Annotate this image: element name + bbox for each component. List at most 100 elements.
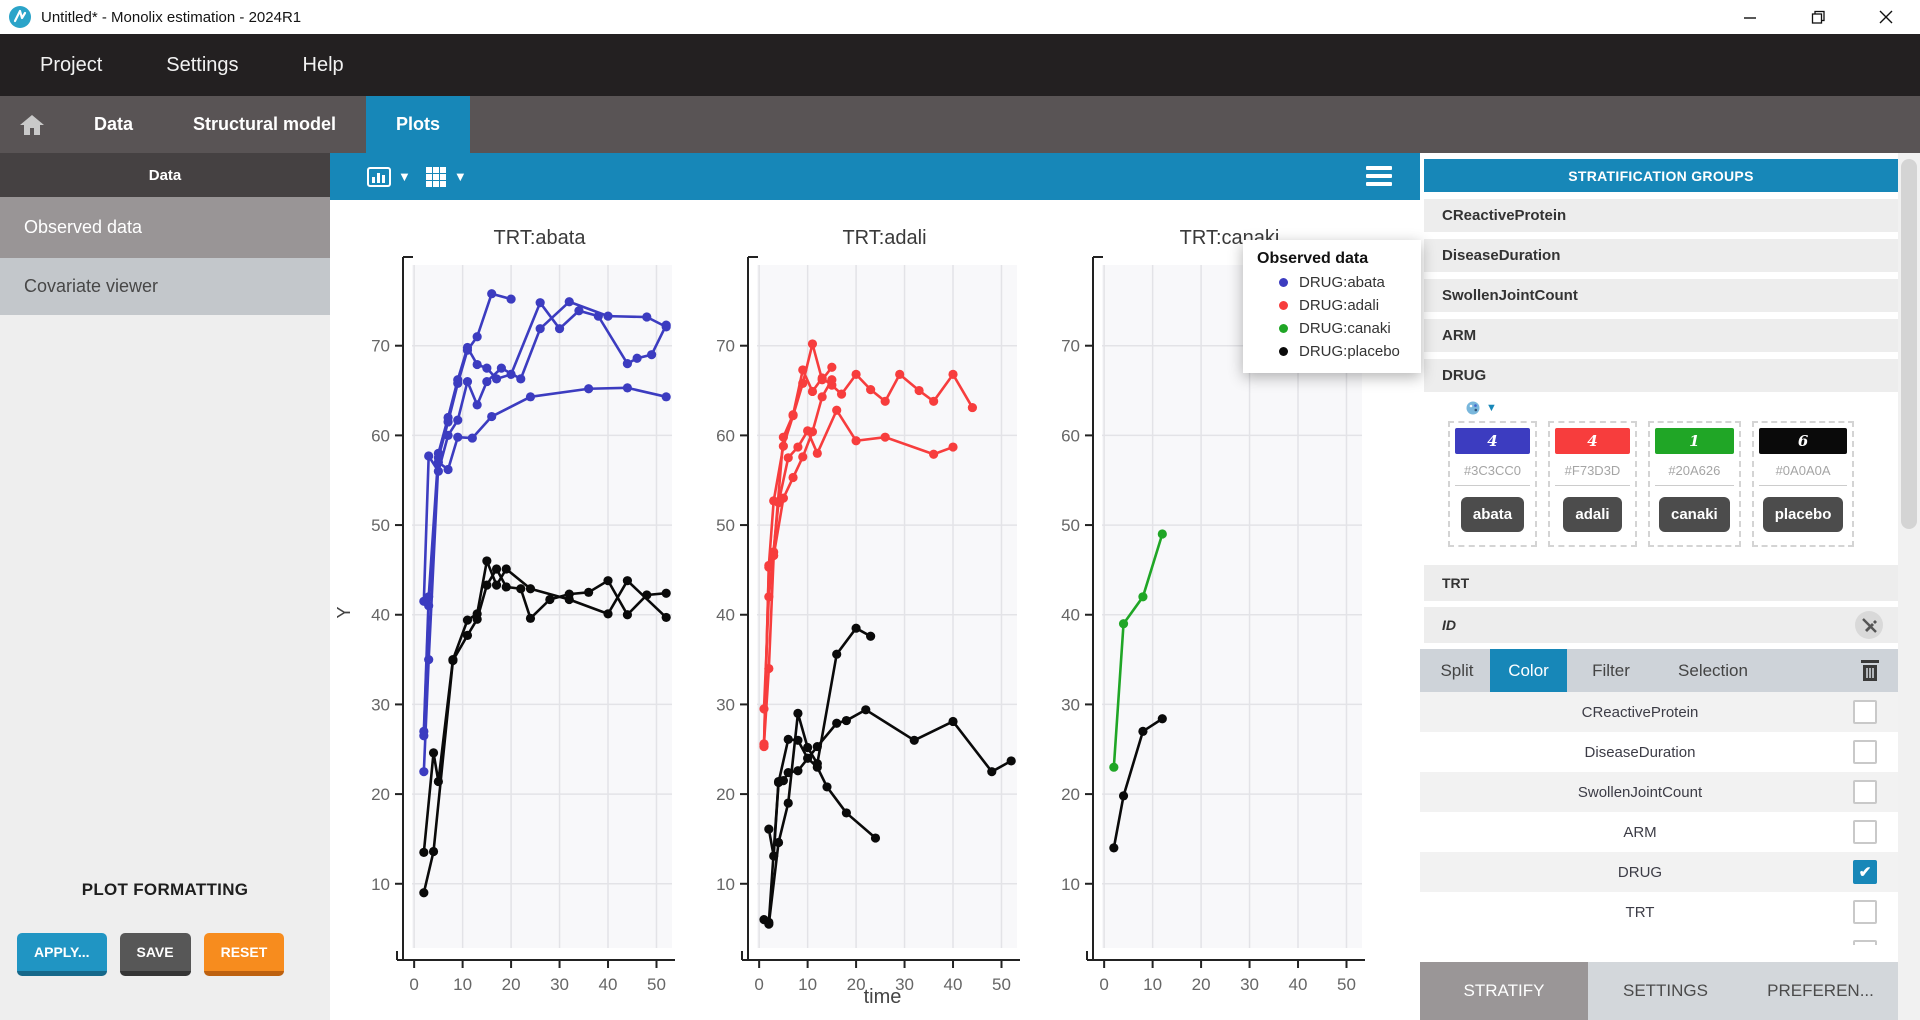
chart-type-selector[interactable]: ▼ xyxy=(367,167,411,187)
legend-dot xyxy=(1279,347,1288,356)
legend-item-drug-abata: DRUG:abata xyxy=(1257,274,1421,291)
legend-item-drug-adali: DRUG:adali xyxy=(1257,297,1421,314)
mode-tab-color[interactable]: Color xyxy=(1490,649,1567,692)
stratify-checkbox-list: CReactiveProteinDiseaseDurationSwollenJo… xyxy=(1420,692,1898,945)
checkbox-label: DiseaseDuration xyxy=(1420,732,1860,772)
mode-tab-split[interactable]: Split xyxy=(1424,649,1490,692)
preferen-button[interactable]: PREFEREN... xyxy=(1743,962,1898,1020)
legend-label: DRUG:adali xyxy=(1299,297,1379,314)
group-row-swollenjointcount[interactable]: SwollenJointCount xyxy=(1424,279,1898,312)
group-row-id[interactable]: ID xyxy=(1424,607,1898,643)
svg-text:0: 0 xyxy=(754,975,763,994)
checkbox-diseaseduration[interactable] xyxy=(1853,740,1877,764)
drug-category-card-abata: 4#3C3CC0abata xyxy=(1448,421,1537,547)
checkbox-row-arm[interactable]: ARM xyxy=(1420,812,1898,852)
svg-text:10: 10 xyxy=(716,875,735,894)
vertical-scrollbar[interactable] xyxy=(1898,153,1920,1020)
sidebar-item-covariate-viewer[interactable]: Covariate viewer xyxy=(0,258,330,315)
sidebar-item-observed-data[interactable]: Observed data xyxy=(0,197,330,258)
menu-help[interactable]: Help xyxy=(303,54,344,77)
category-hex-code: #20A626 xyxy=(1655,454,1734,486)
legend-label: DRUG:canaki xyxy=(1299,320,1391,337)
menu-settings[interactable]: Settings xyxy=(166,54,238,77)
stratification-groups: CReactiveProtein DiseaseDuration SwollenJo… xyxy=(1420,199,1898,392)
group-row-arm[interactable]: ARM xyxy=(1424,319,1898,352)
tab-data[interactable]: Data xyxy=(64,96,163,153)
checkbox-row-diseaseduration[interactable]: DiseaseDuration xyxy=(1420,732,1898,772)
stratify-button[interactable]: STRATIFY xyxy=(1420,962,1588,1020)
svg-text:30: 30 xyxy=(1061,695,1080,714)
checkbox-label: CReactiveProtein xyxy=(1420,692,1860,732)
palette-selector[interactable]: ▼ xyxy=(1466,401,1898,415)
checkbox-trt[interactable] xyxy=(1853,900,1877,924)
group-label: ID xyxy=(1442,617,1456,633)
group-row-trt[interactable]: TRT xyxy=(1424,565,1898,601)
group-label: TRT xyxy=(1442,575,1469,591)
drug-category-card-adali: 4#F73D3Dadali xyxy=(1548,421,1637,547)
svg-text:20: 20 xyxy=(502,975,521,994)
category-button-placebo[interactable]: placebo xyxy=(1763,497,1844,532)
group-row-diseaseduration[interactable]: DiseaseDuration xyxy=(1424,239,1898,272)
tab-plots[interactable]: Plots xyxy=(366,96,470,153)
category-button-canaki[interactable]: canaki xyxy=(1659,497,1730,532)
x-axis-label: time xyxy=(864,986,902,1008)
category-color-swatch[interactable]: 6 xyxy=(1759,428,1848,454)
layout-grid-selector[interactable]: ▼ xyxy=(425,166,467,188)
reset-button[interactable]: RESET xyxy=(204,933,285,976)
group-row-drug[interactable]: DRUG xyxy=(1424,359,1898,392)
svg-text:10: 10 xyxy=(1061,875,1080,894)
charts-area: 1020304050607001020304050TRT:abataY10203… xyxy=(330,210,1365,1010)
category-color-swatch[interactable]: 1 xyxy=(1655,428,1734,454)
checkbox-arm[interactable] xyxy=(1853,820,1877,844)
panel-footer: STRATIFYSETTINGSPREFEREN... xyxy=(1420,962,1898,1020)
main-tab-bar: DataStructural modelPlots xyxy=(0,96,1920,153)
checkbox-label: TRT xyxy=(1420,892,1860,932)
checkbox-drug[interactable]: ✔ xyxy=(1853,860,1877,884)
save-button[interactable]: SAVE xyxy=(120,933,191,976)
legend-label: DRUG:abata xyxy=(1299,274,1385,291)
mode-tab-selection[interactable]: Selection xyxy=(1655,649,1771,692)
plot-menu-icon[interactable] xyxy=(1366,166,1392,186)
checkbox-row-swollenjointcount[interactable]: SwollenJointCount xyxy=(1420,772,1898,812)
svg-text:60: 60 xyxy=(371,426,390,445)
category-color-swatch[interactable]: 4 xyxy=(1555,428,1630,454)
checkbox-row-trt[interactable]: TRT xyxy=(1420,892,1898,932)
checkbox-partial[interactable] xyxy=(1853,940,1877,945)
category-color-swatch[interactable]: 4 xyxy=(1455,428,1530,454)
checkbox-row-drug[interactable]: DRUG✔ xyxy=(1420,852,1898,892)
svg-text:40: 40 xyxy=(599,975,618,994)
category-button-adali[interactable]: adali xyxy=(1563,497,1621,532)
svg-text:50: 50 xyxy=(1337,975,1356,994)
tab-structural-model[interactable]: Structural model xyxy=(163,96,366,153)
category-button-abata[interactable]: abata xyxy=(1461,497,1524,532)
group-row-creactiveprotein[interactable]: CReactiveProtein xyxy=(1424,199,1898,232)
close-button[interactable] xyxy=(1852,0,1920,34)
minimize-button[interactable] xyxy=(1716,0,1784,34)
home-icon xyxy=(19,113,45,137)
svg-text:50: 50 xyxy=(716,516,735,535)
mode-tab-filter[interactable]: Filter xyxy=(1567,649,1655,692)
drug-category-card-placebo: 6#0A0A0Aplacebo xyxy=(1752,421,1855,547)
chevron-down-icon: ▼ xyxy=(454,169,467,184)
home-tab[interactable] xyxy=(0,96,64,153)
checkbox-swollenjointcount[interactable] xyxy=(1853,780,1877,804)
restore-button[interactable] xyxy=(1784,0,1852,34)
svg-text:30: 30 xyxy=(1240,975,1259,994)
window-title: Untitled* - Monolix estimation - 2024R1 xyxy=(41,9,301,26)
checkbox-row-creactiveprotein[interactable]: CReactiveProtein xyxy=(1420,692,1898,732)
svg-text:50: 50 xyxy=(647,975,666,994)
checkbox-creactiveprotein[interactable] xyxy=(1853,700,1877,724)
no-edit-icon[interactable] xyxy=(1854,610,1884,640)
trash-icon[interactable] xyxy=(1860,659,1880,682)
subplot-trt-adali: 1020304050607001020304050TRT:adalitime xyxy=(675,210,1020,1010)
scrollbar-thumb[interactable] xyxy=(1901,159,1917,529)
palette-icon xyxy=(1466,401,1482,415)
nav-tabs: DataStructural modelPlots xyxy=(64,96,470,153)
menu-project[interactable]: Project xyxy=(40,54,102,77)
apply-button[interactable]: APPLY... xyxy=(17,933,107,976)
settings-button[interactable]: SETTINGS xyxy=(1588,962,1743,1020)
chart-type-icon xyxy=(367,167,391,187)
monolix-window: Untitled* - Monolix estimation - 2024R1 … xyxy=(0,0,1920,1020)
stratification-panel: STRATIFICATION GROUPS CReactiveProteinDi… xyxy=(1420,153,1898,1020)
svg-text:30: 30 xyxy=(716,695,735,714)
